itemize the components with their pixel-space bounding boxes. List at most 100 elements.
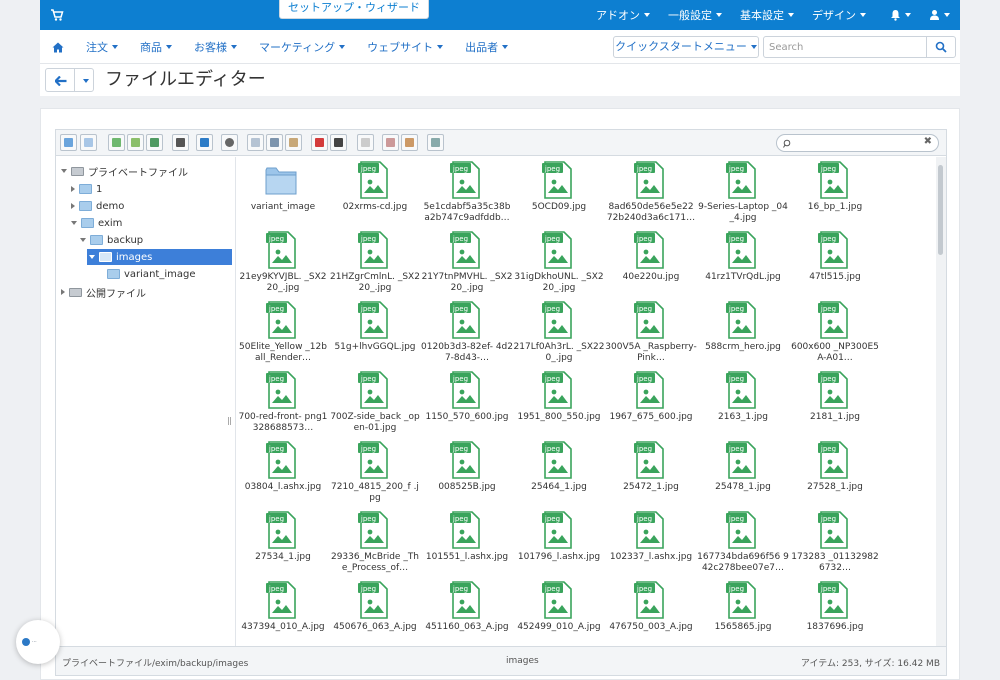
menu-design[interactable]: デザイン: [812, 7, 866, 23]
scrollbar-thumb[interactable]: [938, 165, 943, 255]
collapse-arrow-icon[interactable]: [71, 221, 77, 225]
collapse-arrow-icon[interactable]: [80, 238, 86, 242]
nav-products[interactable]: 商品: [140, 39, 172, 55]
tree-node-exim[interactable]: exim: [71, 215, 122, 231]
file-item[interactable]: jpeg 9-Series-Laptop _04_4.jpg: [697, 157, 789, 225]
file-item[interactable]: jpeg 21Y7tnPMVHL. _SX220_.jpg: [421, 227, 513, 295]
floating-help-badge[interactable]: ⋯: [16, 620, 60, 664]
tree-node-private-files[interactable]: プライベートファイル: [61, 163, 188, 179]
file-item[interactable]: jpeg 1967_675_600.jpg: [605, 367, 697, 435]
nav-orders[interactable]: 注文: [86, 39, 118, 55]
expand-arrow-icon[interactable]: [71, 186, 75, 192]
user-menu[interactable]: [929, 9, 950, 21]
file-item[interactable]: jpeg 1150_570_600.jpg: [421, 367, 513, 435]
file-item[interactable]: jpeg 476750_003_A.jpg: [605, 577, 697, 645]
back-tool-button[interactable]: [60, 134, 77, 151]
file-item[interactable]: jpeg 450676_063_A.jpg: [329, 577, 421, 645]
file-item[interactable]: jpeg 47tl515.jpg: [789, 227, 881, 295]
file-item[interactable]: jpeg 300V5A _Raspberry-Pink…: [605, 297, 697, 365]
new-file-button[interactable]: [146, 134, 163, 151]
file-item[interactable]: jpeg 2163_1.jpg: [697, 367, 789, 435]
up-folder-button[interactable]: [108, 134, 125, 151]
file-item[interactable]: jpeg 27528_1.jpg: [789, 437, 881, 505]
file-item[interactable]: jpeg 29336_McBride _The_Process_of…: [329, 507, 421, 575]
cut-button[interactable]: [266, 134, 283, 151]
setup-wizard-button[interactable]: セットアップ・ウィザード: [279, 0, 429, 19]
file-item[interactable]: jpeg 25478_1.jpg: [697, 437, 789, 505]
file-item[interactable]: jpeg 1837696.jpg: [789, 577, 881, 645]
file-item[interactable]: jpeg 700Z-side_back _open-01.jpg: [329, 367, 421, 435]
file-item[interactable]: jpeg 21HZgrCmlnL. _SX220_.jpg: [329, 227, 421, 295]
file-item[interactable]: jpeg 7210_4815_200_f .jpg: [329, 437, 421, 505]
file-item[interactable]: jpeg 5e1cdabf5a35c38b a2b747c9adfddb…: [421, 157, 513, 225]
nav-vendors[interactable]: 出品者: [465, 39, 509, 55]
file-item[interactable]: jpeg 588crm_hero.jpg: [697, 297, 789, 365]
nav-customers[interactable]: お客様: [194, 39, 237, 55]
file-item[interactable]: jpeg 25472_1.jpg: [605, 437, 697, 505]
file-item[interactable]: jpeg 50Elite_Yellow _12ball_Render…: [237, 297, 329, 365]
back-button[interactable]: [45, 68, 75, 92]
file-item[interactable]: variant_image: [237, 157, 329, 225]
file-item[interactable]: jpeg 167734bda696f56 942c278bee07e7…: [697, 507, 789, 575]
file-item[interactable]: jpeg 102337_l.ashx.jpg: [605, 507, 697, 575]
search-button[interactable]: [926, 36, 956, 58]
file-item[interactable]: jpeg 2181_1.jpg: [789, 367, 881, 435]
file-item[interactable]: jpeg 21ey9KYVJBL. _SX220_.jpg: [237, 227, 329, 295]
file-item[interactable]: jpeg 5OCD09.jpg: [513, 157, 605, 225]
paste-button[interactable]: [285, 134, 302, 151]
cart-icon[interactable]: [50, 8, 64, 22]
file-item[interactable]: jpeg 1565865.jpg: [697, 577, 789, 645]
file-item[interactable]: jpeg 0120b3d3-82ef- 4d27-8d43-…: [421, 297, 513, 365]
file-item[interactable]: jpeg 27534_1.jpg: [237, 507, 329, 575]
expand-arrow-icon[interactable]: [71, 203, 75, 209]
rename-button[interactable]: [330, 134, 347, 151]
menu-general-settings[interactable]: 一般設定: [668, 7, 722, 23]
file-item[interactable]: jpeg 41rz1TVrQdL.jpg: [697, 227, 789, 295]
file-item[interactable]: jpeg 40e220u.jpg: [605, 227, 697, 295]
resize-handle[interactable]: [228, 417, 231, 425]
file-item[interactable]: jpeg 008525B.jpg: [421, 437, 513, 505]
extract-button[interactable]: [382, 134, 399, 151]
new-folder-button[interactable]: [127, 134, 144, 151]
save-button[interactable]: [172, 134, 189, 151]
home-icon[interactable]: [52, 42, 64, 53]
copy-button[interactable]: [247, 134, 264, 151]
file-item[interactable]: jpeg 101551_l.ashx.jpg: [421, 507, 513, 575]
file-item[interactable]: jpeg 451160_063_A.jpg: [421, 577, 513, 645]
file-item[interactable]: jpeg 101796_l.ashx.jpg: [513, 507, 605, 575]
tree-node-variant-image[interactable]: variant_image: [107, 266, 195, 282]
preview-button[interactable]: [221, 134, 238, 151]
forward-tool-button[interactable]: [80, 134, 97, 151]
file-item[interactable]: jpeg 03804_l.ashx.jpg: [237, 437, 329, 505]
file-item[interactable]: jpeg 31igDkhoUNL. _SX220_.jpg: [513, 227, 605, 295]
file-item[interactable]: jpeg 452499_010_A.jpg: [513, 577, 605, 645]
tree-node-images[interactable]: images: [87, 249, 232, 265]
quickstart-menu-button[interactable]: クイックスタートメニュー: [613, 36, 759, 58]
file-item[interactable]: jpeg 437394_010_A.jpg: [237, 577, 329, 645]
collapse-arrow-icon[interactable]: [89, 255, 95, 259]
history-dropdown[interactable]: [74, 68, 94, 92]
edit-button[interactable]: [357, 134, 374, 151]
file-item[interactable]: jpeg 8ad650de56e5e22 72b240d3a6c171…: [605, 157, 697, 225]
tree-node-1[interactable]: 1: [71, 181, 102, 197]
file-search-input[interactable]: ✖: [776, 134, 939, 152]
nav-website[interactable]: ウェブサイト: [367, 39, 444, 55]
file-item[interactable]: jpeg 51g+lhvGGQL.jpg: [329, 297, 421, 365]
clear-search-icon[interactable]: ✖: [924, 136, 932, 147]
tree-node-public-files[interactable]: 公開ファイル: [61, 284, 146, 300]
file-item[interactable]: jpeg 1951_800_550.jpg: [513, 367, 605, 435]
expand-arrow-icon[interactable]: [61, 289, 65, 295]
view-toggle-button[interactable]: [427, 134, 444, 151]
archive-button[interactable]: [401, 134, 418, 151]
search-input[interactable]: [763, 36, 927, 58]
file-item[interactable]: jpeg 600x600 _NP300E5A-A01…: [789, 297, 881, 365]
file-item[interactable]: jpeg 173283 _011329826732…: [789, 507, 881, 575]
tree-node-demo[interactable]: demo: [71, 198, 124, 214]
collapse-arrow-icon[interactable]: [61, 169, 67, 173]
tree-node-backup[interactable]: backup: [80, 232, 143, 248]
file-item[interactable]: jpeg 217Lf0Ah3rL. _SX220_.jpg: [513, 297, 605, 365]
file-item[interactable]: jpeg 25464_1.jpg: [513, 437, 605, 505]
delete-button[interactable]: [311, 134, 328, 151]
info-button[interactable]: [196, 134, 213, 151]
notifications-menu[interactable]: [890, 9, 911, 21]
